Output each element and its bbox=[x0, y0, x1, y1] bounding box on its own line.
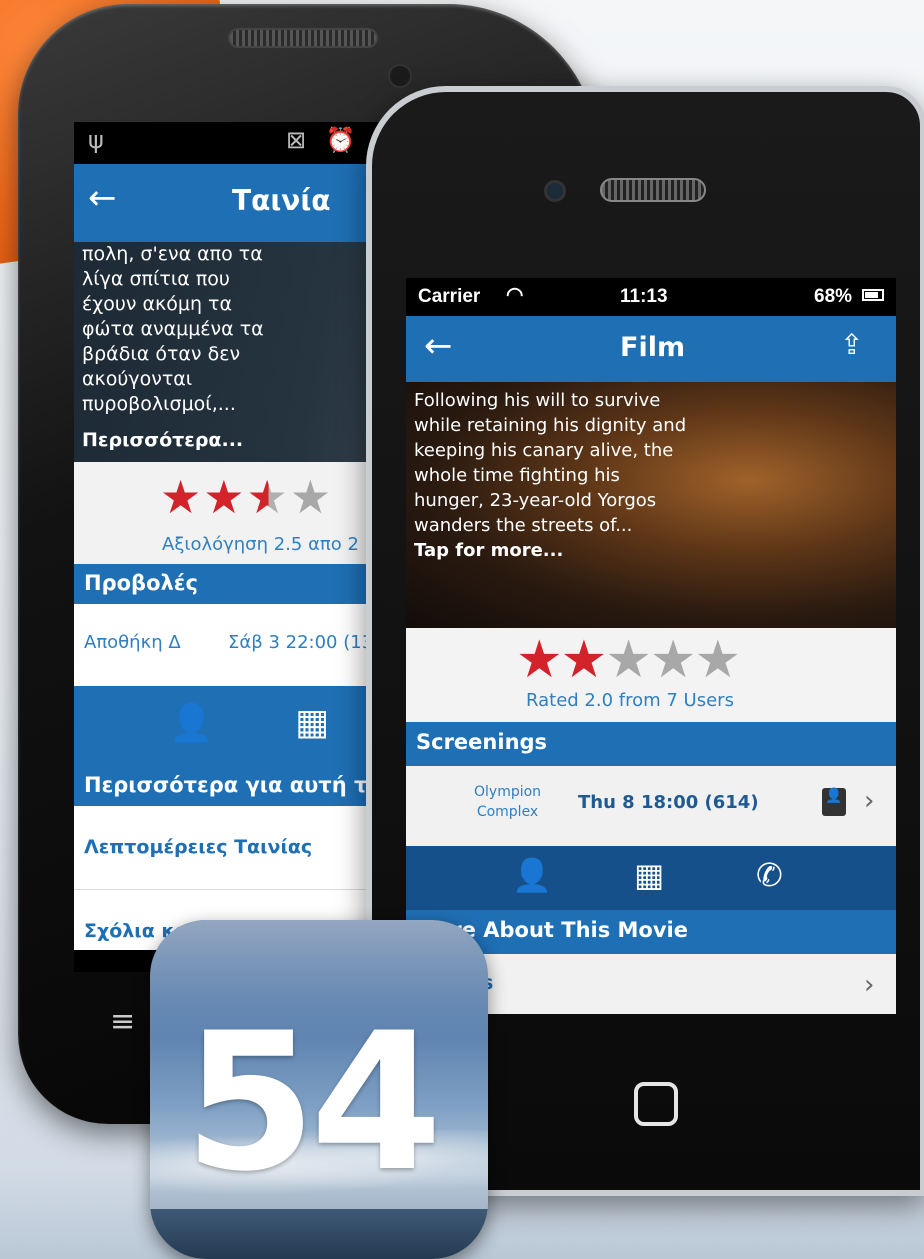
chevron-right-icon[interactable]: › bbox=[864, 970, 874, 1000]
synopsis-panel[interactable]: Following his will to survive while reta… bbox=[406, 382, 896, 628]
star-icon[interactable]: ★ bbox=[650, 630, 697, 690]
star-icon[interactable]: ★ bbox=[605, 630, 652, 690]
page-title: Ταινία bbox=[232, 184, 331, 217]
wifi-icon: ◠ bbox=[506, 284, 524, 306]
home-button[interactable] bbox=[634, 1082, 678, 1126]
iphone-speaker bbox=[600, 178, 706, 202]
synopsis-text: πολη, σ'ενα απο τα λίγα σπίτια που έχουν… bbox=[82, 243, 264, 415]
battery-icon bbox=[862, 289, 884, 301]
battery-percent: 68% bbox=[814, 286, 853, 307]
share-icon[interactable]: ⇪ bbox=[840, 328, 863, 361]
app-icon-sea bbox=[150, 1209, 488, 1259]
screening-venue: Olympion Complex bbox=[474, 782, 541, 822]
phone-icon[interactable]: ✆ bbox=[756, 856, 783, 894]
android-camera bbox=[388, 64, 412, 88]
app-icon[interactable]: 54 bbox=[150, 920, 488, 1259]
synopsis-text: Following his will to survive while reta… bbox=[414, 390, 687, 536]
chevron-right-icon[interactable]: › bbox=[864, 786, 874, 816]
menu-icon[interactable]: ≡ bbox=[110, 1004, 135, 1039]
alarm-icon: ⊠ ⏰ bbox=[286, 126, 362, 154]
star-icon[interactable]: ★ bbox=[160, 470, 203, 524]
more-link[interactable]: Tap for more... bbox=[414, 540, 896, 561]
map-icon[interactable]: ▦ bbox=[292, 702, 332, 748]
clock: 11:13 bbox=[620, 286, 668, 307]
ios-header: ← Film ⇪ bbox=[406, 316, 896, 382]
map-icon[interactable]: ▦ bbox=[634, 856, 664, 894]
ios-status-bar: Carrier ◠ 11:13 68% bbox=[406, 278, 896, 316]
rating-label: Rated 2.0 from 7 Users bbox=[526, 690, 734, 711]
star-icon[interactable]: ★ bbox=[247, 470, 290, 524]
action-bar: 👤 ▦ ✆ bbox=[406, 846, 896, 910]
star-icon[interactable]: ★ bbox=[695, 630, 742, 690]
screening-time: Thu 8 18:00 (614) bbox=[578, 792, 759, 813]
venue-line: Complex bbox=[476, 804, 539, 820]
back-arrow-icon[interactable]: ← bbox=[424, 326, 453, 366]
venue-line: Olympion bbox=[474, 784, 542, 800]
carrier-label: Carrier bbox=[418, 286, 481, 307]
usb-icon: ψ bbox=[88, 126, 104, 154]
contact-badge-icon[interactable]: 👤 bbox=[822, 788, 846, 816]
add-contact-icon[interactable]: 👤 bbox=[512, 856, 552, 894]
star-icon[interactable]: ★ bbox=[516, 630, 563, 690]
back-arrow-icon[interactable]: ← bbox=[88, 178, 117, 218]
screening-venue: Αποθήκη Δ bbox=[84, 632, 181, 653]
rating-label: Αξιολόγηση 2.5 απο 2 bbox=[162, 534, 359, 555]
android-speaker bbox=[228, 28, 378, 48]
screening-time: Σάβ 3 22:00 (13 bbox=[228, 632, 374, 653]
rating-panel[interactable]: ★★★★★ Rated 2.0 from 7 Users bbox=[406, 628, 896, 722]
page-title: Film bbox=[620, 332, 686, 363]
app-icon-gloss bbox=[150, 920, 488, 1040]
star-rating[interactable]: ★★★★ bbox=[160, 470, 333, 524]
screening-row[interactable]: Olympion Complex Thu 8 18:00 (614) 👤 › bbox=[406, 766, 896, 846]
star-icon[interactable]: ★ bbox=[290, 470, 333, 524]
star-icon[interactable]: ★ bbox=[561, 630, 608, 690]
star-rating[interactable]: ★★★★★ bbox=[516, 630, 742, 690]
star-icon[interactable]: ★ bbox=[203, 470, 246, 524]
screenings-heading: Screenings bbox=[406, 722, 896, 766]
add-contact-icon[interactable]: 👤 bbox=[169, 702, 214, 748]
iphone-camera bbox=[544, 180, 566, 202]
iphone-screen: Carrier ◠ 11:13 68% ← Film ⇪ Following h… bbox=[406, 278, 896, 1014]
